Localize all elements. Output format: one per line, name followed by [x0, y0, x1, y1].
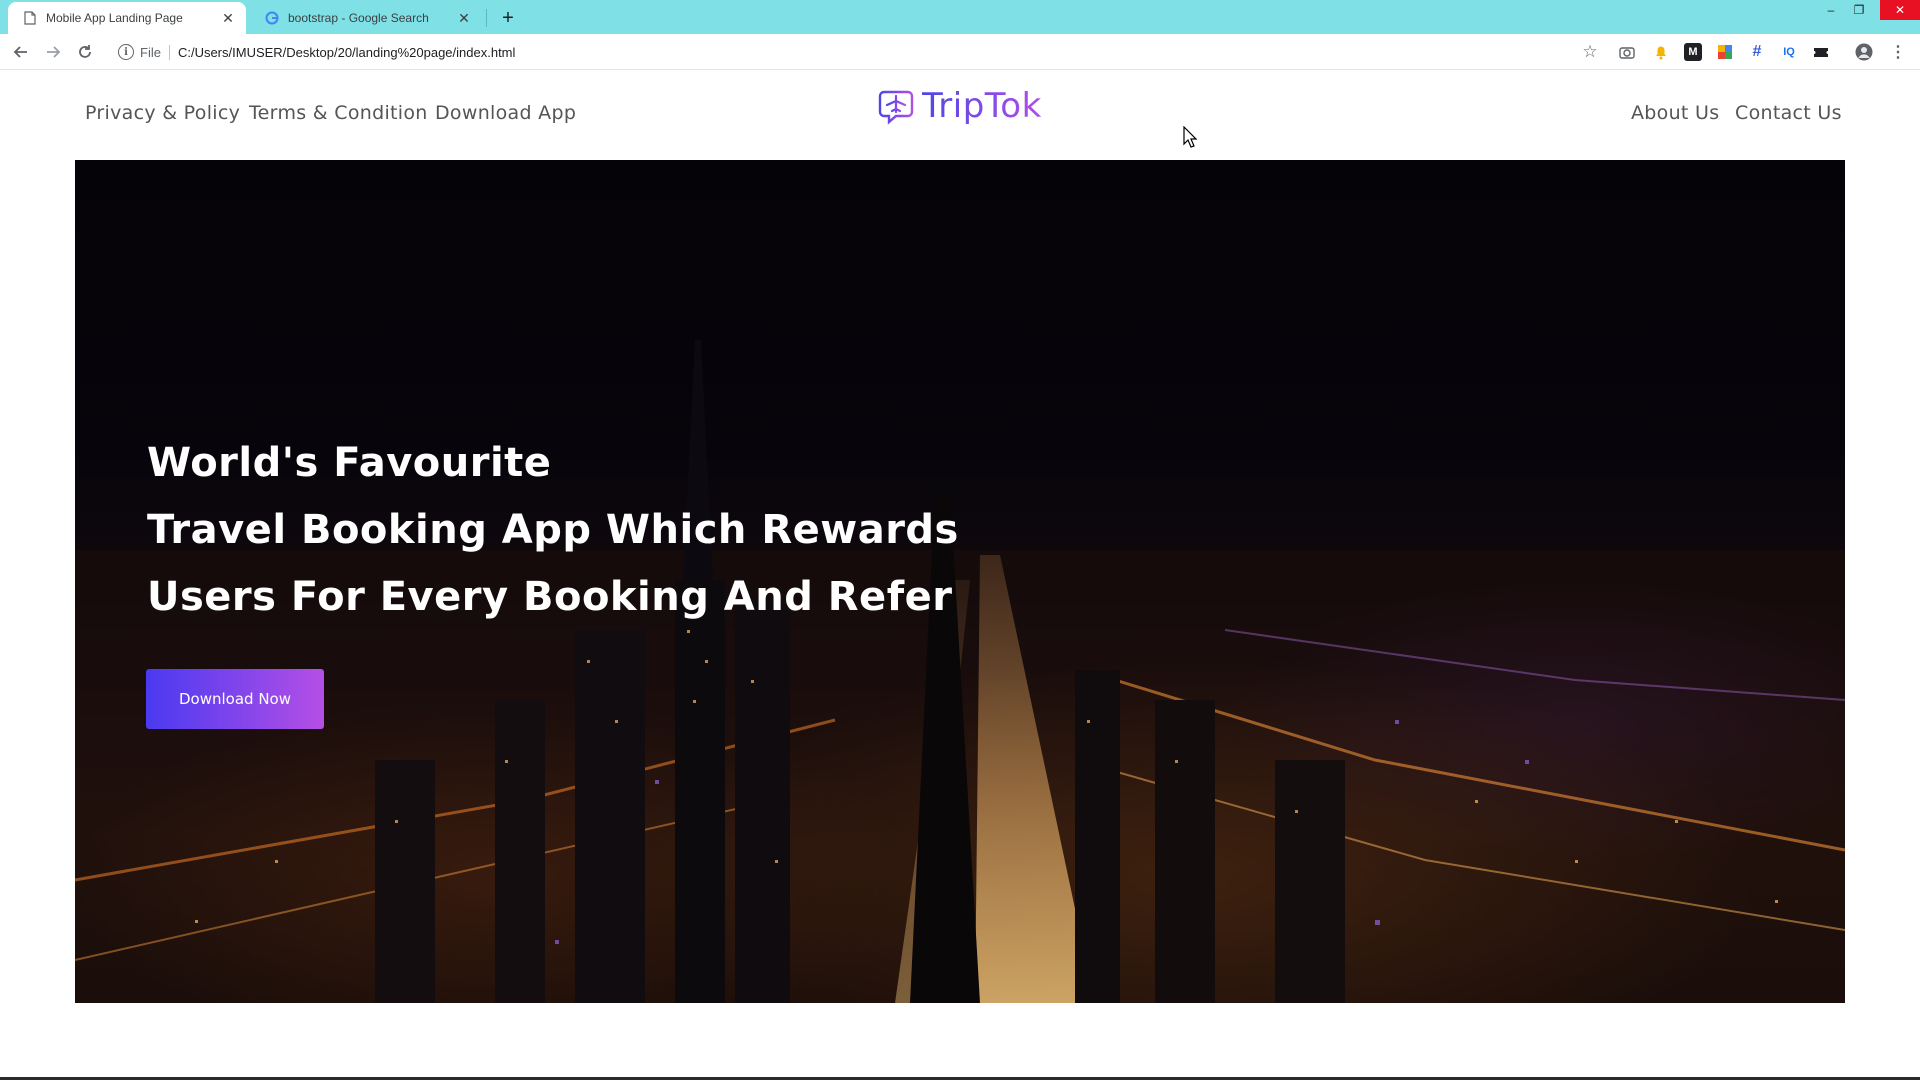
- hero-headline-line-1: World's Favourite: [147, 440, 552, 486]
- close-tab-icon[interactable]: ✕: [218, 8, 238, 28]
- hero-headline: World's Favourite Travel Booking App Whi…: [147, 430, 1047, 631]
- address-url[interactable]: C:/Users/IMUSER/Desktop/20/landing%20pag…: [178, 45, 515, 60]
- iq-extension-icon[interactable]: IQ: [1780, 43, 1798, 61]
- tab-bootstrap-google-search[interactable]: bootstrap - Google Search ✕: [250, 2, 482, 34]
- tab-mobile-app-landing-page[interactable]: Mobile App Landing Page ✕: [8, 2, 246, 34]
- menu-kebab-icon[interactable]: ⋮: [1889, 43, 1907, 61]
- close-tab-icon[interactable]: ✕: [454, 8, 474, 28]
- site-logo[interactable]: TripTok: [876, 86, 1042, 126]
- hero-headline-line-3: Users For Every Booking And Refer: [147, 574, 953, 620]
- mouse-cursor-icon: [1183, 126, 1197, 148]
- ticket-extension-icon[interactable]: [1812, 43, 1830, 61]
- browser-tab-strip: Mobile App Landing Page ✕ bootstrap - Go…: [0, 0, 1920, 34]
- back-button[interactable]: [10, 41, 32, 63]
- nav-link-about-us[interactable]: About Us: [1631, 102, 1719, 124]
- nav-link-terms-condition[interactable]: Terms & Condition: [249, 102, 428, 124]
- arrow-left-icon: [13, 46, 27, 58]
- tab-title: Mobile App Landing Page: [46, 11, 183, 25]
- bookmark-star-icon[interactable]: ☆: [1580, 42, 1600, 62]
- arrow-right-icon: [47, 46, 61, 58]
- nav-link-privacy-policy[interactable]: Privacy & Policy: [85, 102, 240, 124]
- bell-extension-icon[interactable]: [1652, 43, 1670, 61]
- download-now-button[interactable]: Download Now: [146, 669, 324, 729]
- camera-extension-icon[interactable]: [1618, 43, 1636, 61]
- info-icon[interactable]: i: [118, 44, 134, 60]
- airplane-chat-icon: [878, 90, 914, 125]
- page-icon: [22, 10, 38, 26]
- colorful-extension-icon[interactable]: [1716, 43, 1734, 61]
- browser-toolbar: i File C:/Users/IMUSER/Desktop/20/landin…: [0, 34, 1920, 70]
- maximize-button[interactable]: ❐: [1846, 0, 1872, 20]
- tab-title: bootstrap - Google Search: [288, 11, 429, 25]
- address-scheme: File: [140, 44, 170, 60]
- nav-link-download-app[interactable]: Download App: [435, 102, 576, 124]
- close-window-button[interactable]: ✕: [1880, 0, 1920, 20]
- hero-section: World's Favourite Travel Booking App Whi…: [75, 160, 1845, 1003]
- reload-icon: [79, 45, 91, 58]
- nav-link-contact-us[interactable]: Contact Us: [1735, 102, 1842, 124]
- address-bar[interactable]: i File C:/Users/IMUSER/Desktop/20/landin…: [110, 38, 1590, 66]
- hero-headline-line-2: Travel Booking App Which Rewards: [147, 507, 959, 553]
- forward-button[interactable]: [42, 41, 64, 63]
- tab-separator: [486, 9, 487, 27]
- new-tab-button[interactable]: +: [496, 6, 520, 30]
- reload-button[interactable]: [74, 41, 96, 63]
- site-navbar: Privacy & Policy Terms & Condition Downl…: [0, 70, 1920, 160]
- minimize-button[interactable]: –: [1818, 0, 1844, 20]
- hash-extension-icon[interactable]: #: [1748, 43, 1766, 61]
- logo-text: TripTok: [922, 86, 1042, 126]
- profile-avatar-icon[interactable]: [1855, 43, 1873, 61]
- google-icon: [264, 10, 280, 26]
- m-extension-icon[interactable]: M: [1684, 43, 1702, 61]
